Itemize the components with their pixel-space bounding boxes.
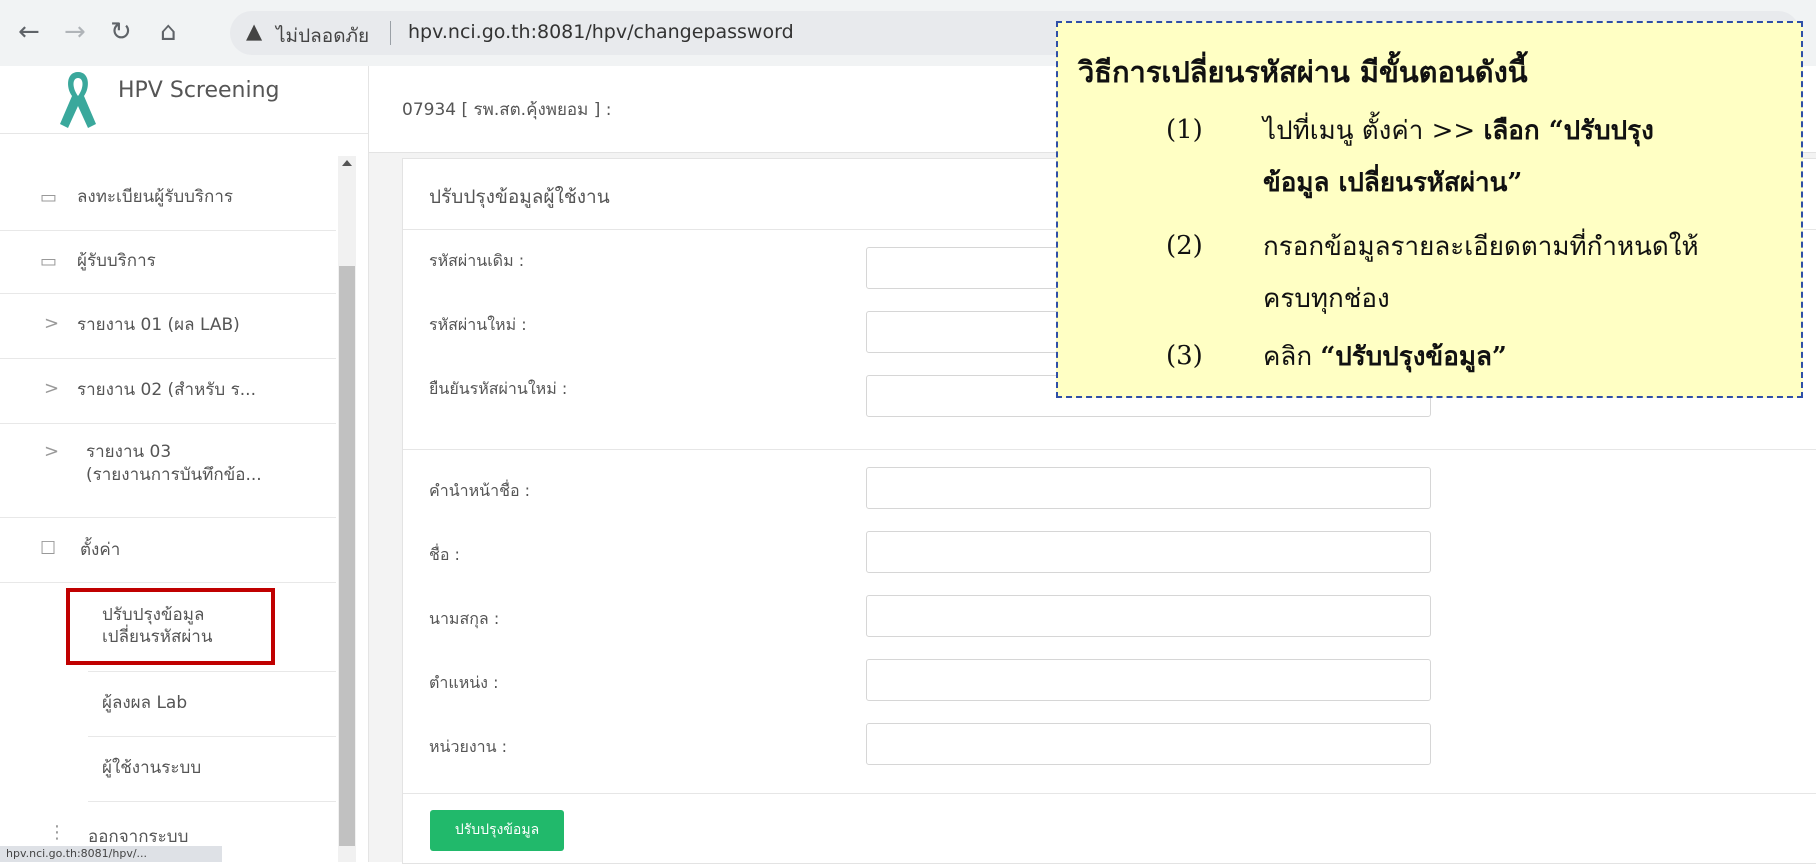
department-label: หน่วยงาน :	[429, 737, 508, 756]
scrollbar-thumb[interactable]	[339, 266, 355, 846]
sidebar-item-clients[interactable]: ▭ ผู้รับบริการ	[0, 231, 336, 294]
insecure-label[interactable]: ไม่ปลอดภัย	[276, 21, 369, 51]
back-arrow-icon[interactable]: ←	[18, 12, 40, 52]
sidebar-item-label: รายงาน 01 (ผล LAB)	[77, 315, 240, 335]
divider	[403, 449, 1816, 450]
step-text-plain: กรอกข้อมูลรายละเอียดตามที่กำหนดให้	[1263, 232, 1699, 262]
sidebar-subitem-lab-reporters[interactable]: ผู้ลงผล Lab	[88, 672, 336, 737]
step-text-plain: ครบทุกช่อง	[1263, 284, 1390, 314]
chevron-right-icon: >	[44, 441, 60, 462]
step-number: (2)	[1166, 231, 1203, 261]
warning-icon[interactable]: ▲	[246, 19, 262, 43]
step-text-plain: คลิก	[1263, 342, 1321, 372]
department-input[interactable]	[866, 723, 1431, 765]
list-icon: ▭	[40, 187, 58, 208]
sidebar-subitem-system-users[interactable]: ผู้ใช้งานระบบ	[88, 737, 336, 802]
sidebar: HPV Screening ▭ ลงทะเบียนผู้รับบริการ ▭ …	[0, 66, 369, 862]
step-text-bold: ข้อมูล เปลี่ยนรหัสผ่าน”	[1263, 168, 1523, 198]
step-number: (1)	[1166, 115, 1203, 145]
step-text-bold: “ปรับปรุงข้อมูล”	[1320, 342, 1507, 372]
position-input[interactable]	[866, 659, 1431, 701]
new-password-label: รหัสผ่านใหม่ :	[429, 315, 527, 334]
forward-arrow-icon[interactable]: →	[64, 12, 86, 52]
callout-title: วิธีการเปลี่ยนรหัสผ่าน มีขั้นตอนดังนี้	[1078, 55, 1528, 89]
step-text: ไปที่เมนู ตั้งค่า >> เลือก “ปรับปรุง	[1263, 111, 1654, 151]
sidebar-item-report-02[interactable]: > รายงาน 02 (สำหรับ ร...	[0, 359, 336, 424]
more-vertical-icon: ⋮	[48, 822, 66, 843]
sidebar-item-label: ตั้งค่า	[80, 540, 121, 560]
step-number: (3)	[1166, 341, 1203, 371]
reload-icon[interactable]: ↻	[110, 12, 132, 52]
divider	[403, 793, 1816, 794]
status-bar: hpv.nci.go.th:8081/hpv/...	[0, 846, 222, 862]
user-unit-label: 07934 [ รพ.สต.คุ้งพยอม ] :	[402, 100, 612, 120]
confirm-password-label: ยืนยันรหัสผ่านใหม่ :	[429, 379, 568, 398]
sidebar-item-label: รายงาน 02 (สำหรับ ร...	[77, 380, 256, 400]
last-name-input[interactable]	[866, 595, 1431, 637]
title-prefix-label: คำนำหน้าชื่อ :	[429, 481, 531, 500]
sidebar-item-settings[interactable]: ☐ ตั้งค่า	[0, 518, 336, 583]
brand-header: HPV Screening	[0, 66, 368, 134]
last-name-label: นามสกุล :	[429, 609, 500, 628]
highlight-box	[66, 588, 275, 665]
instruction-callout: วิธีการเปลี่ยนรหัสผ่าน มีขั้นตอนดังนี้ (…	[1056, 21, 1803, 398]
list-icon: ▭	[40, 251, 58, 272]
first-name-input[interactable]	[866, 531, 1431, 573]
update-profile-button[interactable]: ปรับปรุงข้อมูล	[430, 810, 564, 851]
chevron-right-icon: >	[44, 313, 60, 334]
chevron-right-icon: >	[44, 378, 60, 399]
form-title: ปรับปรุงข้อมูลผู้ใช้งาน	[429, 186, 610, 208]
sidebar-item-report-03[interactable]: > รายงาน 03 (รายงานการบันทึกข้อ...	[0, 424, 336, 518]
sidebar-item-label: ลงทะเบียนผู้รับบริการ	[77, 187, 234, 207]
sidebar-item-sublabel: (รายงานการบันทึกข้อ...	[86, 465, 262, 485]
url-text[interactable]: hpv.nci.go.th:8081/hpv/changepassword	[408, 21, 794, 43]
title-prefix-input[interactable]	[866, 467, 1431, 509]
position-label: ตำแหน่ง :	[429, 673, 499, 692]
old-password-label: รหัสผ่านเดิม :	[429, 251, 525, 270]
awareness-ribbon-icon	[60, 72, 96, 128]
sidebar-scrollbar[interactable]	[338, 156, 356, 862]
sidebar-subitem-label: ผู้ลงผล Lab	[102, 693, 188, 713]
sidebar-item-label: รายงาน 03	[86, 442, 172, 462]
address-separator	[390, 21, 391, 45]
sidebar-item-label: ออกจากระบบ	[88, 827, 189, 847]
brand-title[interactable]: HPV Screening	[118, 78, 280, 103]
step-text-plain: ไปที่เมนู ตั้งค่า >>	[1263, 116, 1484, 146]
first-name-label: ชื่อ :	[429, 545, 460, 564]
home-icon[interactable]: ⌂	[160, 12, 177, 52]
step-text-bold: เลือก “ปรับปรุง	[1483, 116, 1654, 146]
settings-box-icon: ☐	[40, 538, 57, 559]
sidebar-item-label: ผู้รับบริการ	[77, 251, 156, 271]
sidebar-item-register[interactable]: ▭ ลงทะเบียนผู้รับบริการ	[0, 166, 336, 231]
step-text: คลิก “ปรับปรุงข้อมูล”	[1263, 337, 1507, 377]
sidebar-subitem-label: ผู้ใช้งานระบบ	[102, 758, 202, 778]
sidebar-item-report-01[interactable]: > รายงาน 01 (ผล LAB)	[0, 294, 336, 359]
scroll-up-arrow-icon[interactable]	[342, 160, 352, 166]
